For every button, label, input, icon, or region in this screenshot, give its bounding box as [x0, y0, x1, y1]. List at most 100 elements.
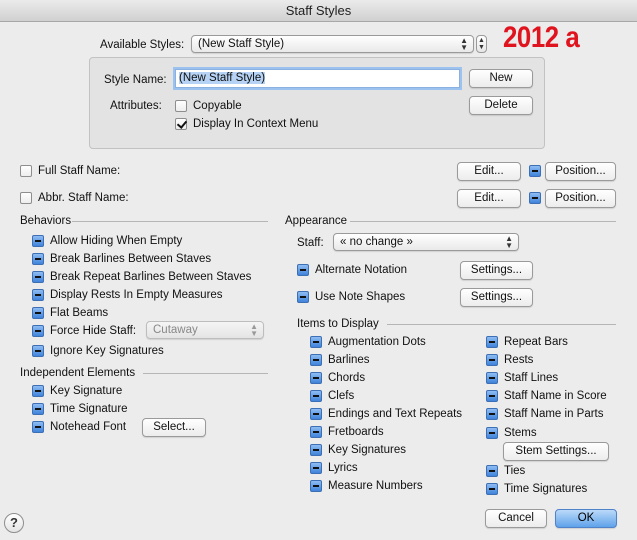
full-staff-name-checkbox[interactable]	[20, 165, 32, 177]
staff-popup-value: « no change »	[340, 236, 413, 248]
appearance-divider	[350, 221, 616, 222]
full-staff-name-label: Full Staff Name:	[38, 165, 121, 177]
delete-button[interactable]: Delete	[469, 96, 533, 115]
behaviors-heading: Behaviors	[20, 215, 72, 227]
items-to-display-heading: Items to Display	[297, 318, 379, 330]
time-signatures-display-checkbox[interactable]	[486, 483, 498, 495]
popup-arrows-icon: ▲ ▼	[505, 234, 513, 250]
allow-hiding-checkbox[interactable]	[32, 235, 44, 247]
barlines-label: Barlines	[328, 354, 370, 366]
alternate-notation-checkbox[interactable]	[297, 264, 309, 276]
style-name-label: Style Name:	[104, 74, 167, 86]
staff-label: Staff:	[297, 237, 324, 249]
abbr-staff-name-edit-button[interactable]: Edit...	[457, 189, 521, 208]
key-signature-checkbox[interactable]	[32, 385, 44, 397]
barlines-checkbox[interactable]	[310, 354, 322, 366]
endings-text-repeats-checkbox[interactable]	[310, 408, 322, 420]
style-name-field[interactable]: (New Staff Style)	[175, 69, 460, 88]
display-rests-checkbox[interactable]	[32, 289, 44, 301]
ignore-key-signatures-label: Ignore Key Signatures	[50, 345, 164, 357]
chords-checkbox[interactable]	[310, 372, 322, 384]
clefs-label: Clefs	[328, 390, 355, 402]
ignore-key-signatures-checkbox[interactable]	[32, 345, 44, 357]
copyable-checkbox[interactable]	[175, 100, 187, 112]
available-styles-stepper[interactable]: ▲ ▼	[476, 35, 487, 53]
stems-label: Stems	[504, 427, 537, 439]
staff-popup[interactable]: « no change » ▲ ▼	[333, 233, 519, 251]
abbr-staff-name-position-button[interactable]: Position...	[545, 189, 616, 208]
repeat-bars-label: Repeat Bars	[504, 336, 568, 348]
staff-name-in-parts-checkbox[interactable]	[486, 408, 498, 420]
chords-label: Chords	[328, 372, 366, 384]
staff-name-in-parts-label: Staff Name in Parts	[504, 408, 604, 420]
use-note-shapes-settings-button[interactable]: Settings...	[460, 288, 533, 307]
time-signature-checkbox[interactable]	[32, 403, 44, 415]
ties-label: Ties	[504, 465, 526, 477]
abbr-staff-name-position-checkbox[interactable]	[529, 192, 541, 204]
available-styles-popup[interactable]: (New Staff Style) ▲ ▼	[191, 35, 474, 53]
full-staff-name-position-button[interactable]: Position...	[545, 162, 616, 181]
stem-settings-button[interactable]: Stem Settings...	[503, 442, 609, 461]
available-styles-label: Available Styles:	[100, 39, 185, 51]
time-signatures-display-label: Time Signatures	[504, 483, 588, 495]
window-title: Staff Styles	[0, 0, 637, 22]
ties-checkbox[interactable]	[486, 465, 498, 477]
notehead-font-select-button[interactable]: Select...	[142, 418, 206, 437]
fretboards-label: Fretboards	[328, 426, 384, 438]
display-in-context-menu-checkbox[interactable]	[175, 118, 187, 130]
new-button[interactable]: New	[469, 69, 533, 88]
annotation-label: 2012 a	[503, 21, 580, 54]
flat-beams-label: Flat Beams	[50, 307, 109, 319]
popup-arrows-icon: ▲ ▼	[250, 322, 258, 338]
repeat-bars-checkbox[interactable]	[486, 336, 498, 348]
popup-arrows-icon: ▲ ▼	[460, 36, 468, 52]
display-in-context-menu-label: Display In Context Menu	[193, 118, 319, 130]
rests-checkbox[interactable]	[486, 354, 498, 366]
force-hide-staff-popup[interactable]: Cutaway ▲ ▼	[146, 321, 264, 339]
help-button[interactable]: ?	[4, 513, 24, 533]
items-to-display-divider	[387, 324, 616, 325]
force-hide-staff-value: Cutaway	[153, 324, 198, 336]
key-signatures-display-label: Key Signatures	[328, 444, 406, 456]
ok-button[interactable]: OK	[555, 509, 617, 528]
independent-elements-heading: Independent Elements	[20, 367, 136, 379]
break-barlines-label: Break Barlines Between Staves	[50, 253, 212, 265]
abbr-staff-name-checkbox[interactable]	[20, 192, 32, 204]
attributes-label: Attributes:	[110, 100, 162, 112]
display-rests-label: Display Rests In Empty Measures	[50, 289, 223, 301]
stems-checkbox[interactable]	[486, 427, 498, 439]
lyrics-label: Lyrics	[328, 462, 358, 474]
staff-name-in-score-label: Staff Name in Score	[504, 390, 607, 402]
copyable-label: Copyable	[193, 100, 242, 112]
appearance-heading: Appearance	[285, 215, 348, 227]
break-barlines-checkbox[interactable]	[32, 253, 44, 265]
time-signature-label: Time Signature	[50, 403, 128, 415]
key-signature-label: Key Signature	[50, 385, 123, 397]
measure-numbers-checkbox[interactable]	[310, 480, 322, 492]
fretboards-checkbox[interactable]	[310, 426, 322, 438]
abbr-staff-name-label: Abbr. Staff Name:	[38, 192, 129, 204]
behaviors-divider	[72, 221, 268, 222]
alternate-notation-settings-button[interactable]: Settings...	[460, 261, 533, 280]
staff-lines-checkbox[interactable]	[486, 372, 498, 384]
augmentation-dots-checkbox[interactable]	[310, 336, 322, 348]
flat-beams-checkbox[interactable]	[32, 307, 44, 319]
independent-elements-divider	[143, 373, 268, 374]
cancel-button[interactable]: Cancel	[485, 509, 547, 528]
use-note-shapes-checkbox[interactable]	[297, 291, 309, 303]
key-signatures-display-checkbox[interactable]	[310, 444, 322, 456]
full-staff-name-edit-button[interactable]: Edit...	[457, 162, 521, 181]
measure-numbers-label: Measure Numbers	[328, 480, 423, 492]
staff-name-in-score-checkbox[interactable]	[486, 390, 498, 402]
alternate-notation-label: Alternate Notation	[315, 264, 408, 276]
allow-hiding-label: Allow Hiding When Empty	[50, 235, 183, 247]
break-repeat-barlines-checkbox[interactable]	[32, 271, 44, 283]
notehead-font-checkbox[interactable]	[32, 421, 44, 433]
clefs-checkbox[interactable]	[310, 390, 322, 402]
force-hide-staff-label: Force Hide Staff:	[50, 325, 137, 337]
style-name-value: (New Staff Style)	[179, 72, 266, 84]
lyrics-checkbox[interactable]	[310, 462, 322, 474]
full-staff-name-position-checkbox[interactable]	[529, 165, 541, 177]
augmentation-dots-label: Augmentation Dots	[328, 336, 426, 348]
force-hide-staff-checkbox[interactable]	[32, 325, 44, 337]
